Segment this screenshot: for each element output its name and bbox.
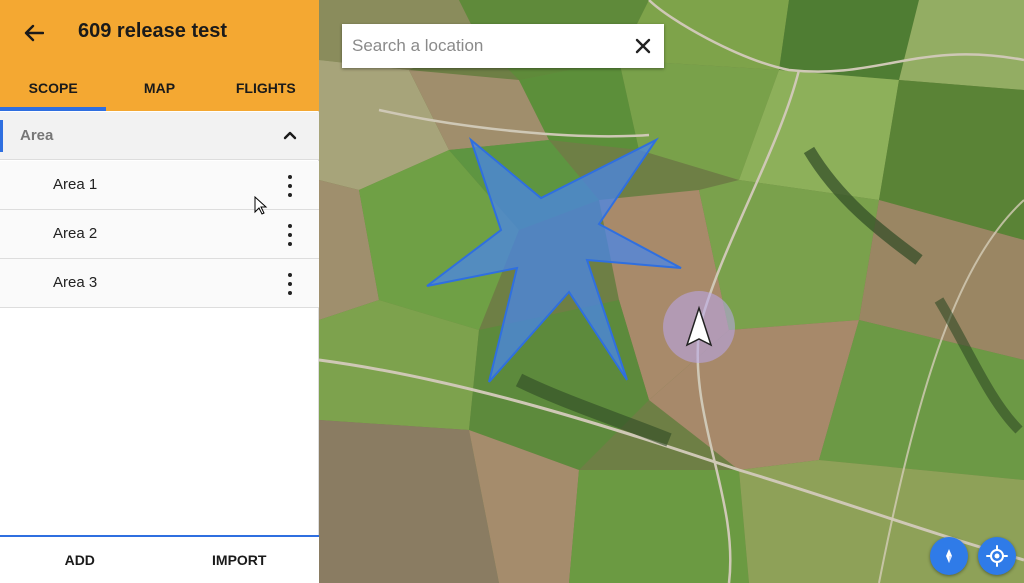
area-section-header[interactable]: Area [0, 112, 319, 160]
back-button[interactable] [18, 18, 50, 48]
list-item[interactable]: Area 3 [0, 259, 319, 308]
tab-scope[interactable]: SCOPE [0, 64, 107, 111]
area-label: Area 3 [53, 274, 98, 291]
tab-map[interactable]: MAP [106, 64, 212, 111]
area-label: Area 1 [53, 176, 98, 193]
my-location-button[interactable] [978, 537, 1016, 575]
compass-icon [946, 549, 952, 563]
close-icon[interactable] [634, 37, 652, 55]
area-label: Area 2 [53, 225, 98, 242]
more-vert-icon[interactable] [282, 175, 298, 197]
compass-button[interactable] [930, 537, 968, 575]
satellite-map[interactable] [319, 0, 1024, 583]
tab-flights[interactable]: FLIGHTS [213, 64, 319, 111]
chevron-up-icon[interactable] [281, 126, 299, 144]
location-search [342, 24, 664, 68]
arrow-left-icon [24, 24, 44, 42]
section-label: Area [20, 127, 54, 144]
left-panel: 609 release test SCOPE MAP FLIGHTS Area … [0, 0, 319, 583]
mouse-cursor-icon [254, 196, 268, 215]
section-indicator [0, 120, 3, 152]
page-title: 609 release test [78, 20, 228, 42]
search-input[interactable] [352, 24, 622, 68]
app-bar: 609 release test SCOPE MAP FLIGHTS [0, 0, 319, 111]
more-vert-icon[interactable] [282, 224, 298, 246]
list-item[interactable]: Area 2 [0, 210, 319, 259]
import-button[interactable]: IMPORT [160, 537, 320, 583]
map-imagery [319, 0, 1024, 583]
list-item[interactable]: Area 1 [0, 161, 319, 210]
add-button[interactable]: ADD [0, 537, 160, 583]
my-location-icon [986, 545, 1008, 567]
area-list: Area 1 Area 2 Area 3 [0, 161, 319, 308]
more-vert-icon[interactable] [282, 273, 298, 295]
bottom-action-bar: ADD IMPORT [0, 535, 319, 583]
tab-bar: SCOPE MAP FLIGHTS [0, 64, 319, 111]
